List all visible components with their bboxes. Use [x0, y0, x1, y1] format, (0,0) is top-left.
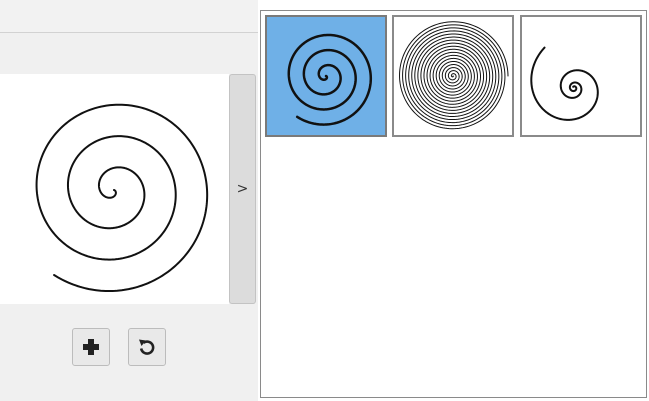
thumbnail-archimedean-spiral[interactable]: [265, 15, 387, 137]
spiral-preview: [35, 103, 209, 293]
spiral-preview-canvas: [0, 74, 229, 304]
plus-icon: [83, 339, 99, 355]
spiral-gallery: [260, 10, 647, 398]
reset-button[interactable]: [128, 328, 166, 366]
add-button[interactable]: [72, 328, 110, 366]
thumbnail-logarithmic-spiral[interactable]: [520, 15, 642, 137]
rotate-icon: [139, 339, 155, 355]
logarithmic-spiral-thumbnail: [530, 46, 599, 121]
expand-gallery-button[interactable]: >: [229, 74, 256, 304]
thumbnail-spiral-curve: [530, 46, 599, 121]
thumbnail-dense-spiral[interactable]: [392, 15, 514, 137]
expand-arrow-label: >: [236, 181, 249, 197]
thumbnail-spiral-curve: [287, 33, 373, 126]
spiral-editor: >: [0, 0, 649, 401]
preview-spiral-curve: [35, 103, 209, 293]
archimedean-spiral-thumbnail: [287, 33, 373, 126]
left-panel: >: [0, 0, 258, 401]
dense-spiral-thumbnail: [399, 21, 509, 130]
thumbnail-spiral-curve: [399, 21, 509, 130]
left-panel-header: [0, 0, 258, 33]
